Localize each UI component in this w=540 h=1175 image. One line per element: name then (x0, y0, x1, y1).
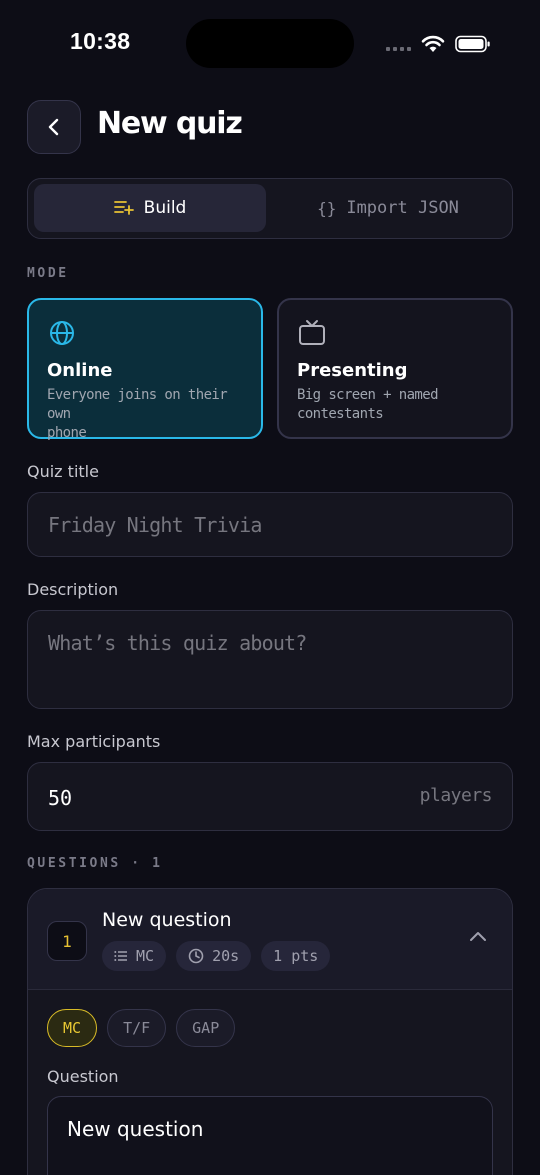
globe-icon (50, 321, 74, 345)
list-icon (114, 951, 127, 961)
question-meta-chips: MC 20s 1 pts (102, 941, 331, 971)
question-card-header[interactable]: 1 New question MC 20s 1 pts (28, 889, 512, 990)
status-icons (386, 32, 491, 56)
wifi-icon (421, 35, 445, 52)
max-participants-input[interactable]: 50 players (27, 762, 513, 831)
mode-presenting-desc-1: Big screen + named (297, 387, 439, 403)
chevron-left-icon (48, 118, 59, 136)
max-participants-suffix: players (419, 785, 493, 806)
quiz-title-label: Quiz title (27, 462, 99, 481)
question-card: 1 New question MC 20s 1 pts MC T/F GAP Q… (27, 888, 513, 1175)
dynamic-island (186, 19, 354, 68)
question-text-value: New question (67, 1117, 204, 1141)
mode-presenting-desc-2: contestants (297, 406, 384, 422)
mode-presenting-card[interactable]: Presenting Big screen + named contestant… (277, 298, 513, 439)
mode-online-desc-1: Everyone joins on their own (47, 387, 228, 422)
description-input[interactable]: What’s this quiz about? (27, 610, 513, 709)
type-pill-mc[interactable]: MC (47, 1009, 98, 1047)
page-title: New quiz (97, 106, 243, 141)
question-title: New question (102, 909, 232, 931)
mode-online-desc-2: phone (47, 425, 87, 441)
type-pill-gap[interactable]: GAP (176, 1009, 236, 1047)
mode-online-title: Online (47, 360, 113, 381)
max-participants-label: Max participants (27, 732, 161, 751)
mode-presenting-title: Presenting (297, 360, 408, 381)
questions-section-label: QUESTIONS · 1 (27, 856, 163, 871)
tv-icon (299, 320, 325, 345)
list-plus-icon (113, 201, 134, 215)
question-type-chip-label: MC (136, 947, 155, 965)
type-pill-tf[interactable]: T/F (107, 1009, 167, 1047)
battery-icon (455, 35, 490, 53)
chevron-up-icon[interactable] (468, 929, 488, 943)
back-button[interactable] (27, 100, 81, 154)
question-points-chip: 1 pts (261, 941, 331, 971)
mode-online-card[interactable]: Online Everyone joins on their own phone (27, 298, 263, 441)
tab-build[interactable]: Build (34, 184, 266, 232)
description-label: Description (27, 580, 119, 599)
question-points-chip-label: 1 pts (273, 947, 319, 965)
max-participants-value: 50 (48, 786, 73, 810)
clock-icon (188, 948, 204, 964)
quiz-title-placeholder: Friday Night Trivia (48, 513, 262, 537)
builder-mode-tabs: Build {} Import JSON (27, 178, 513, 239)
tab-build-label: Build (143, 198, 187, 218)
question-number-badge: 1 (47, 921, 87, 961)
status-time: 10:38 (70, 28, 131, 54)
question-type-chip: MC (102, 941, 167, 971)
status-bar: 10:38 (0, 0, 540, 88)
question-text-input[interactable]: New question (47, 1096, 493, 1175)
question-type-selector: MC T/F GAP (47, 1009, 236, 1047)
question-text-label: Question (47, 1067, 119, 1086)
braces-icon: {} (317, 198, 337, 218)
quiz-title-input[interactable]: Friday Night Trivia (27, 492, 513, 557)
question-time-chip-label: 20s (212, 947, 240, 965)
signal-icon (386, 37, 411, 51)
tab-import-json[interactable]: {} Import JSON (272, 184, 504, 232)
mode-section-label: MODE (27, 266, 69, 281)
description-placeholder: What’s this quiz about? (48, 631, 307, 655)
question-time-chip: 20s (176, 941, 252, 971)
tab-import-label: Import JSON (346, 198, 459, 218)
